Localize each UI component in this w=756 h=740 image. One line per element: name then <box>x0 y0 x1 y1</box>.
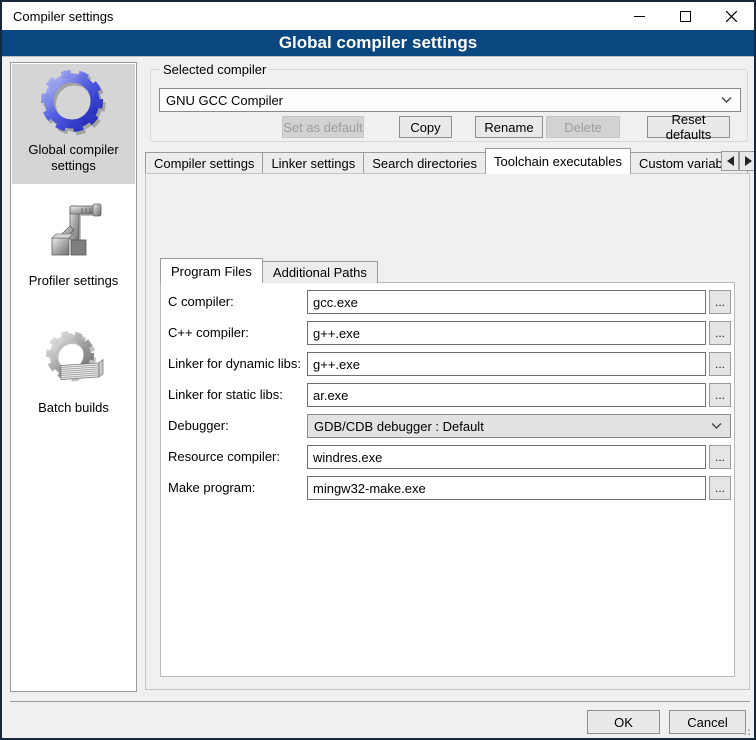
delete-button[interactable]: Delete <box>546 116 620 138</box>
make-program-label: Make program: <box>168 476 255 500</box>
copy-button[interactable]: Copy <box>399 116 452 138</box>
compiler-select[interactable]: GNU GCC Compiler <box>159 88 741 112</box>
chevron-down-icon <box>721 97 732 104</box>
linker-static-label: Linker for static libs: <box>168 383 283 407</box>
sidebar-item-label: Global compiler settings <box>18 138 130 184</box>
linker-static-browse-button[interactable]: ... <box>709 383 731 407</box>
make-program-browse-button[interactable]: ... <box>709 476 731 500</box>
resource-compiler-browse-button[interactable]: ... <box>709 445 731 469</box>
sidebar-item-global-compiler-settings[interactable]: Global compiler settings <box>12 64 135 184</box>
close-icon <box>726 11 737 22</box>
compiler-select-value: GNU GCC Compiler <box>166 93 283 108</box>
arrow-right-icon <box>745 156 752 166</box>
ok-button[interactable]: OK <box>587 710 660 734</box>
blue-gear-icon <box>39 68 109 138</box>
debugger-select-value: GDB/CDB debugger : Default <box>314 419 484 434</box>
set-as-default-button[interactable]: Set as default <box>282 116 364 138</box>
compiler-options-tabstrip: Compiler settings Linker settings Search… <box>145 148 756 174</box>
page-title: Global compiler settings <box>279 33 477 53</box>
settings-category-list: Global compiler settings <box>10 62 137 692</box>
cpp-compiler-browse-button[interactable]: ... <box>709 321 731 345</box>
tab-search-directories[interactable]: Search directories <box>363 152 486 174</box>
c-compiler-label: C compiler: <box>168 290 234 314</box>
arrow-left-icon <box>727 156 734 166</box>
sidebar-item-profiler-settings[interactable]: Profiler settings <box>12 185 135 299</box>
tab-compiler-settings[interactable]: Compiler settings <box>145 152 263 174</box>
sidebar-item-batch-builds[interactable]: Batch builds <box>12 300 135 426</box>
sidebar-item-label: Batch builds <box>18 396 130 426</box>
c-compiler-browse-button[interactable]: ... <box>709 290 731 314</box>
debugger-label: Debugger: <box>168 414 229 438</box>
close-button[interactable] <box>708 2 754 30</box>
debugger-select[interactable]: GDB/CDB debugger : Default <box>307 414 731 438</box>
rename-button[interactable]: Rename <box>475 116 543 138</box>
linker-dynamic-input[interactable] <box>307 352 706 376</box>
cpp-compiler-label: C++ compiler: <box>168 321 249 345</box>
gray-gear-stack-icon <box>39 326 109 396</box>
linker-static-input[interactable] <box>307 383 706 407</box>
minimize-button[interactable] <box>616 2 662 30</box>
cpp-compiler-input[interactable] <box>307 321 706 345</box>
resource-compiler-label: Resource compiler: <box>168 445 280 469</box>
compiler-settings-dialog: Compiler settings Global compiler settin… <box>0 0 756 740</box>
tab-toolchain-executables[interactable]: Toolchain executables <box>485 148 631 174</box>
c-compiler-input[interactable] <box>307 290 706 314</box>
window-title: Compiler settings <box>2 9 113 24</box>
cancel-button[interactable]: Cancel <box>669 710 746 734</box>
linker-dynamic-label: Linker for dynamic libs: <box>168 352 301 376</box>
resize-grip[interactable] <box>740 725 750 735</box>
page-title-banner: Global compiler settings <box>2 30 754 57</box>
program-files-tabstrip: Program Files Additional Paths <box>160 258 377 283</box>
maximize-icon <box>680 11 691 22</box>
caption-buttons <box>616 2 754 30</box>
reset-defaults-button[interactable]: Reset defaults <box>647 116 730 138</box>
tab-linker-settings[interactable]: Linker settings <box>262 152 364 174</box>
subtab-program-files[interactable]: Program Files <box>160 258 263 283</box>
linker-dynamic-browse-button[interactable]: ... <box>709 352 731 376</box>
selected-compiler-group-label: Selected compiler <box>160 62 269 77</box>
caliper-icon <box>39 199 109 269</box>
make-program-input[interactable] <box>307 476 706 500</box>
minimize-icon <box>634 11 645 22</box>
subtab-additional-paths[interactable]: Additional Paths <box>262 261 378 283</box>
resource-compiler-input[interactable] <box>307 445 706 469</box>
chevron-down-icon <box>711 423 722 430</box>
tab-scroll-left-button[interactable] <box>721 151 739 171</box>
tab-scroll-right-button[interactable] <box>739 151 756 171</box>
sidebar-item-label: Profiler settings <box>18 269 130 299</box>
footer-separator <box>10 701 750 702</box>
maximize-button[interactable] <box>662 2 708 30</box>
